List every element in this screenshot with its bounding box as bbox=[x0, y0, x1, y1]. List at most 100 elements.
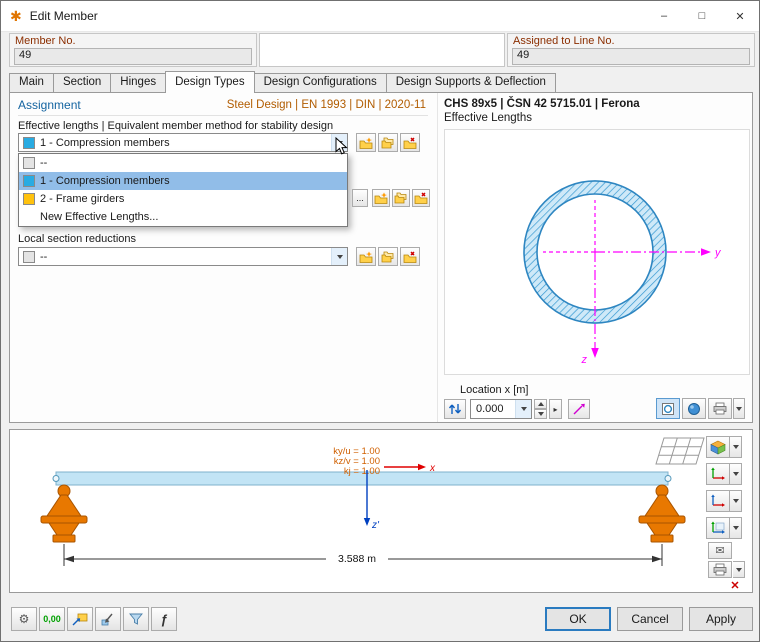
assigned-line-group: Assigned to Line No. 49 bbox=[507, 33, 755, 67]
design-types-panel: Assignment Steel Design | EN 1993 | DIN … bbox=[9, 92, 753, 423]
support-right bbox=[638, 484, 686, 543]
delete-reduction-button[interactable] bbox=[400, 247, 420, 266]
combo-value: -- bbox=[40, 250, 48, 263]
axis-x-label: x bbox=[429, 463, 436, 474]
axis-y-label: y bbox=[714, 247, 722, 259]
copy-reduction-button[interactable] bbox=[378, 247, 398, 266]
gear-icon: ⚙ bbox=[18, 612, 30, 626]
copy-icon bbox=[381, 251, 394, 262]
envelope-icon: ✉ bbox=[715, 545, 725, 557]
location-x-combo[interactable]: 0.000 bbox=[470, 399, 532, 419]
item-color-chip bbox=[23, 175, 35, 187]
header-divider bbox=[18, 115, 428, 116]
effective-lengths-combo[interactable]: 1 - Compression members bbox=[18, 133, 348, 152]
dropdown-item-frame-girders[interactable]: 2 - Frame girders bbox=[19, 190, 347, 208]
view-axes-xy-button[interactable] bbox=[706, 463, 730, 485]
item-label: 1 - Compression members bbox=[40, 175, 170, 187]
printer-icon bbox=[713, 563, 727, 576]
local-reductions-label: Local section reductions bbox=[18, 233, 137, 245]
function-icon: ƒ bbox=[160, 611, 168, 627]
item-color-chip bbox=[23, 250, 35, 263]
new-item-button[interactable] bbox=[372, 189, 390, 207]
copy-item-button[interactable] bbox=[392, 189, 410, 207]
tab-section[interactable]: Section bbox=[52, 73, 112, 92]
section-symbol-icon bbox=[662, 402, 674, 415]
dropdown-item-new-effective-lengths[interactable]: New Effective Lengths... bbox=[19, 208, 347, 226]
print-view-caret[interactable] bbox=[733, 561, 745, 578]
member-no-label: Member No. bbox=[15, 35, 76, 47]
member-no-group: Member No. 49 bbox=[9, 33, 257, 67]
axes-icon bbox=[711, 467, 725, 480]
delete-item-button[interactable] bbox=[412, 189, 430, 207]
step-up-button[interactable] bbox=[534, 399, 547, 409]
minimize-button[interactable]: – bbox=[645, 1, 683, 31]
ok-button[interactable]: OK bbox=[545, 607, 611, 631]
section-view-toggle[interactable] bbox=[656, 398, 680, 419]
member-no-field[interactable]: 49 bbox=[14, 48, 252, 65]
axes-icon bbox=[711, 494, 725, 507]
close-button[interactable]: ✕ bbox=[721, 1, 759, 31]
cancel-button[interactable]: Cancel bbox=[617, 607, 683, 631]
apply-button[interactable]: Apply bbox=[689, 607, 753, 631]
close-view-button[interactable]: ✕ bbox=[724, 578, 746, 592]
copy-effective-length-button[interactable] bbox=[378, 133, 398, 152]
delete-effective-length-button[interactable] bbox=[400, 133, 420, 152]
design-standard-label: Steel Design | EN 1993 | DIN | 2020-11 bbox=[226, 99, 426, 111]
settings-button[interactable]: ⚙ bbox=[11, 607, 37, 631]
chevron-down-icon[interactable] bbox=[515, 400, 531, 418]
swap-location-button[interactable] bbox=[444, 399, 466, 419]
assign-button[interactable] bbox=[95, 607, 121, 631]
tab-main[interactable]: Main bbox=[9, 73, 54, 92]
print-options-caret[interactable] bbox=[733, 398, 745, 419]
view-isometric-button[interactable] bbox=[706, 436, 730, 458]
print-view-button[interactable] bbox=[708, 561, 732, 578]
chevron-down-icon[interactable] bbox=[331, 248, 347, 265]
view-axes-yz-caret[interactable] bbox=[730, 517, 742, 539]
new-reduction-button[interactable] bbox=[356, 247, 376, 266]
function-button[interactable]: ƒ bbox=[151, 607, 177, 631]
member-3d-view[interactable]: ky/u = 1.00 kz/v = 1.00 kj = 1.00 x z' 3… bbox=[9, 429, 753, 593]
view-axes-yz-button[interactable] bbox=[706, 517, 730, 539]
new-folder-icon bbox=[359, 251, 373, 263]
new-effective-length-button[interactable] bbox=[356, 133, 376, 152]
cube-icon bbox=[710, 440, 726, 454]
tab-design-supports[interactable]: Design Supports & Deflection bbox=[385, 73, 556, 92]
print-section-button[interactable] bbox=[708, 398, 732, 419]
send-view-button[interactable]: ✉ bbox=[708, 542, 732, 559]
view-axes-xz-button[interactable] bbox=[706, 490, 730, 512]
decimal-places-button[interactable]: 0,00 bbox=[39, 607, 65, 631]
tab-design-types[interactable]: Design Types bbox=[165, 71, 255, 93]
tab-hinges[interactable]: Hinges bbox=[110, 73, 167, 92]
render-view-button[interactable] bbox=[682, 398, 706, 419]
member-name-box bbox=[259, 33, 505, 67]
item-color-chip bbox=[23, 193, 35, 205]
view-axes-xy-caret[interactable] bbox=[730, 463, 742, 485]
new-folder-icon bbox=[374, 192, 388, 204]
k-factor-label-3: kj = 1.00 bbox=[344, 466, 380, 477]
axes-icon bbox=[711, 521, 725, 534]
sphere-icon bbox=[688, 402, 700, 415]
assign-icon bbox=[101, 613, 113, 626]
item-label: -- bbox=[40, 157, 48, 169]
vector-tool-button[interactable] bbox=[568, 399, 590, 419]
filter-icon bbox=[129, 613, 143, 625]
axis-z-label: z bbox=[581, 354, 588, 366]
item-label: 2 - Frame girders bbox=[40, 193, 125, 205]
location-x-label: Location x [m] bbox=[460, 384, 529, 396]
more-options-button[interactable]: ... bbox=[352, 189, 368, 207]
filter-button[interactable] bbox=[123, 607, 149, 631]
local-reductions-combo[interactable]: -- bbox=[18, 247, 348, 266]
step-next-button[interactable]: ▸ bbox=[549, 399, 562, 419]
view-isometric-caret[interactable] bbox=[730, 436, 742, 458]
chevron-down-icon[interactable] bbox=[331, 134, 347, 151]
copy-icon bbox=[394, 192, 407, 204]
dropdown-item-empty[interactable]: -- bbox=[19, 154, 347, 172]
maximize-button[interactable]: □ bbox=[683, 1, 721, 31]
step-down-button[interactable] bbox=[534, 409, 547, 419]
app-logo-icon: ✱ bbox=[10, 7, 22, 24]
numbering-button[interactable] bbox=[67, 607, 93, 631]
assigned-line-field[interactable]: 49 bbox=[512, 48, 750, 65]
view-axes-xz-caret[interactable] bbox=[730, 490, 742, 512]
tab-design-configurations[interactable]: Design Configurations bbox=[253, 73, 387, 92]
dropdown-item-compression-members[interactable]: 1 - Compression members bbox=[19, 172, 347, 190]
